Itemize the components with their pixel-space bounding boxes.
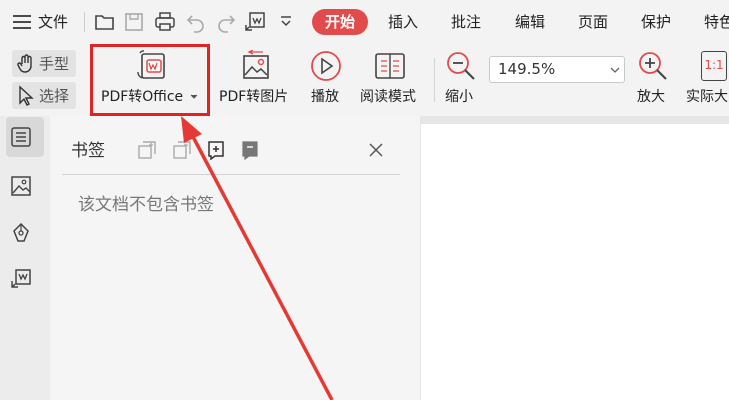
tab-start[interactable]: 开始 — [312, 9, 368, 35]
customize-dropdown-icon[interactable] — [279, 15, 293, 29]
tab-edit[interactable]: 编辑 — [515, 12, 545, 32]
hamburger-menu-icon[interactable] — [12, 13, 32, 31]
actual-size-label[interactable]: 实际大 — [686, 88, 728, 106]
undo-icon[interactable] — [186, 11, 206, 33]
tab-protect[interactable]: 保护 — [641, 12, 671, 32]
select-tool-button[interactable]: 选择 — [12, 82, 76, 109]
zoom-out-label[interactable]: 缩小 — [445, 88, 473, 106]
zoom-value: 149.5% — [498, 60, 556, 78]
add-bookmark-icon[interactable] — [137, 140, 157, 160]
tab-features[interactable]: 特色 — [704, 12, 729, 32]
zoom-in-icon[interactable] — [637, 50, 669, 82]
book-icon[interactable] — [373, 50, 407, 82]
pdf-to-image-label[interactable]: PDF转图片 — [219, 88, 288, 106]
hand-icon — [17, 54, 32, 73]
remove-bookmark-icon[interactable] — [172, 140, 192, 160]
zoom-input[interactable]: 149.5% — [489, 56, 625, 83]
zoom-in-label[interactable]: 放大 — [637, 88, 665, 106]
close-icon[interactable] — [368, 142, 384, 158]
cursor-icon — [19, 85, 34, 106]
actual-size-icon[interactable]: 1:1 — [701, 51, 727, 81]
ribbon-separator — [434, 58, 435, 102]
zoom-dropdown-icon[interactable] — [610, 66, 620, 74]
thumbnail-image-icon[interactable] — [10, 175, 32, 197]
read-mode-label[interactable]: 阅读模式 — [360, 88, 416, 106]
play-icon[interactable] — [310, 50, 342, 82]
bookmark-panel — [50, 116, 420, 400]
hand-tool-label: 手型 — [39, 55, 70, 73]
print-icon[interactable] — [154, 11, 176, 33]
play-label[interactable]: 播放 — [311, 88, 339, 106]
file-menu[interactable]: 文件 — [38, 12, 68, 32]
pdf-to-image-icon[interactable] — [240, 50, 272, 82]
hand-tool-button[interactable]: 手型 — [12, 50, 76, 77]
highlight-box — [90, 44, 210, 116]
tab-page[interactable]: 页面 — [578, 12, 608, 32]
document-page[interactable] — [421, 124, 729, 400]
zoom-out-icon[interactable] — [445, 50, 477, 82]
navigation-rail — [0, 116, 50, 400]
insert-bookmark-icon[interactable] — [206, 140, 226, 160]
menu-bar: 文件 开始 插入 批注 编辑 页面 保护 特色 — [0, 0, 729, 44]
open-folder-icon[interactable] — [94, 11, 116, 33]
panel-divider — [62, 174, 400, 175]
tab-annotate[interactable]: 批注 — [451, 12, 481, 32]
convert-word-icon[interactable] — [10, 268, 32, 290]
annotation-pen-icon[interactable] — [10, 222, 32, 244]
panel-title: 书签 — [71, 141, 105, 161]
redo-icon[interactable] — [216, 11, 236, 33]
menu-divider — [84, 12, 85, 32]
tab-insert[interactable]: 插入 — [388, 12, 418, 32]
bookmark-list-icon[interactable] — [10, 126, 32, 148]
save-icon[interactable] — [124, 11, 144, 33]
bookmark-ribbon-icon[interactable] — [240, 140, 260, 160]
empty-bookmarks-message: 该文档不包含书签 — [78, 195, 214, 215]
select-tool-label: 选择 — [39, 87, 70, 105]
convert-icon[interactable] — [244, 11, 266, 33]
